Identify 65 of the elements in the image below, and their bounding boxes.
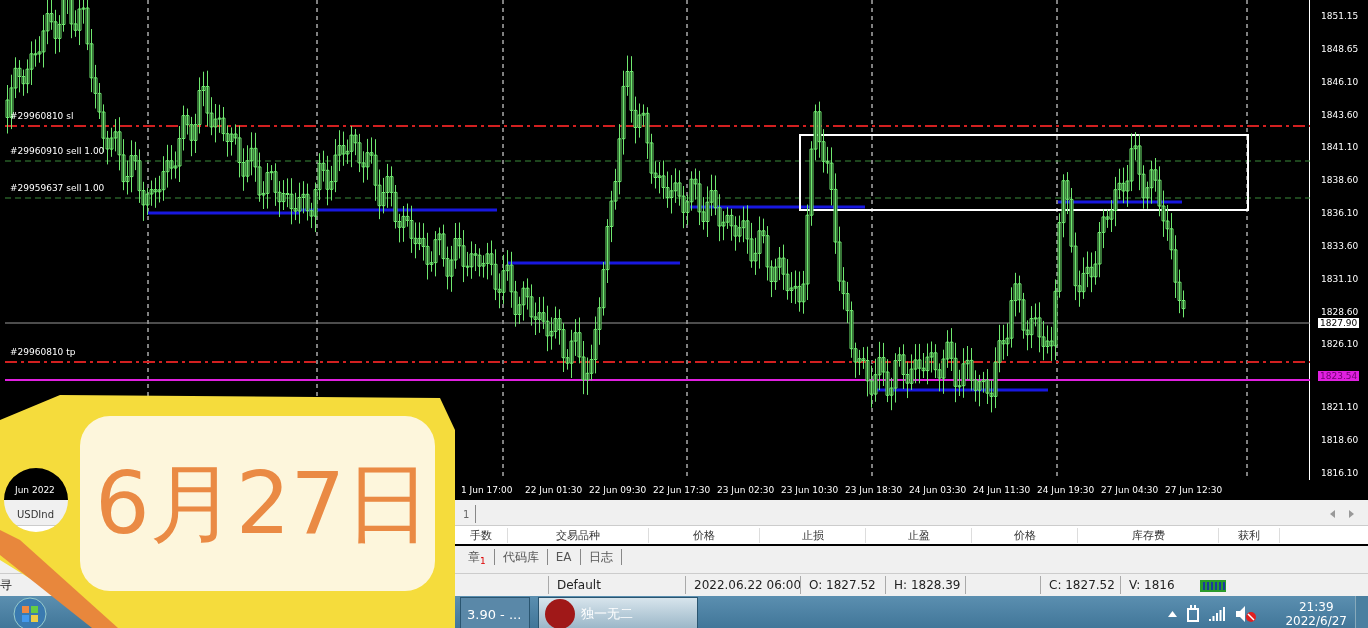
signal-bars-icon[interactable] — [1209, 607, 1228, 621]
price-label: 1846.10 — [1321, 75, 1360, 89]
time-label: 27 Jun 04:30 — [1101, 485, 1160, 495]
column-header: 价格 — [649, 527, 760, 543]
current-price-label: 1827.90 — [1318, 318, 1360, 328]
time-label: 23 Jun 10:30 — [781, 485, 840, 495]
price-label: 1828.60 — [1321, 305, 1360, 319]
help-text: 寻 — [0, 577, 13, 594]
price-label: 1843.60 — [1321, 108, 1360, 122]
terminal-tab[interactable]: 代码库 — [494, 549, 548, 565]
terminal-tab[interactable]: 章$_{1}$ — [460, 549, 495, 565]
time-label: 22 Jun 17:30 — [653, 485, 712, 495]
price-label: 1826.10 — [1321, 338, 1360, 352]
chart-tab[interactable]: 1 — [457, 505, 477, 523]
show-hidden-icons-icon[interactable] — [1168, 611, 1178, 617]
profile-text: Default — [548, 576, 685, 594]
price-label: 1841.10 — [1321, 141, 1360, 155]
connection-bars-icon — [1200, 578, 1226, 592]
time-label: 22 Jun 09:30 — [589, 485, 648, 495]
clock-time: 21:39 — [1298, 600, 1334, 614]
open-price: O: 1827.52 — [800, 576, 885, 594]
time-label: 27 Jun 12:30 — [1165, 485, 1224, 495]
clock-date: 2022/6/27 — [1285, 614, 1347, 628]
column-header: 价格 — [972, 527, 1078, 543]
sticker-date: 6月27日 — [95, 460, 432, 546]
time-label: Jun 2022 — [15, 485, 56, 495]
column-header: 止盈 — [866, 527, 972, 543]
price-label: 1831.10 — [1321, 272, 1360, 286]
price-label: 1851.15 — [1321, 10, 1360, 23]
close-price: C: 1827.52 — [1040, 576, 1120, 594]
price-label: 1836.10 — [1321, 207, 1360, 221]
order-label: #29960910 sell 1.00 — [10, 146, 105, 156]
time-label: 1 Jun 17:00 — [461, 485, 514, 495]
time-label: 23 Jun 18:30 — [845, 485, 904, 495]
terminal-tab[interactable]: 日志 — [580, 549, 622, 565]
start-button[interactable] — [10, 597, 50, 628]
time-label: 24 Jun 11:30 — [973, 485, 1032, 495]
price-label: 1816.10 — [1321, 466, 1360, 480]
time-label: 24 Jun 03:30 — [909, 485, 968, 495]
time-label: 24 Jun 19:30 — [1037, 485, 1096, 495]
scroll-left-icon[interactable] — [1330, 510, 1335, 518]
time-label: 22 Jun 01:30 — [525, 485, 584, 495]
time-label: 23 Jun 02:30 — [717, 485, 776, 495]
scroll-right-icon[interactable] — [1349, 510, 1354, 518]
avatar-photo — [545, 599, 575, 628]
column-header: 获利 — [1219, 527, 1280, 543]
chart-tab[interactable]: USDInd — [17, 505, 54, 523]
column-header: 止损 — [760, 527, 866, 543]
order-label: #29960810 tp — [10, 347, 76, 357]
high-price: H: 1828.39 — [885, 576, 965, 594]
column-header: 库存费 — [1078, 527, 1219, 543]
line-price-label: 1823.54 — [1318, 371, 1360, 382]
bar-time: 2022.06.22 06:00 — [685, 576, 800, 594]
order-label: #29959637 sell 1.00 — [10, 183, 105, 193]
terminal-tab[interactable]: EA — [547, 549, 581, 565]
taskbar-window[interactable]: 3.90 - ... — [460, 597, 530, 628]
price-label: 1838.60 — [1321, 174, 1360, 188]
price-label: 1833.60 — [1321, 239, 1360, 253]
power-plug-icon[interactable] — [1185, 605, 1202, 623]
muted-speaker-icon[interactable] — [1235, 605, 1258, 623]
price-label: 1821.10 — [1321, 401, 1360, 415]
price-label: 1848.65 — [1321, 42, 1360, 56]
column-header: 交易品种 — [508, 527, 649, 543]
price-label: 1818.60 — [1321, 433, 1360, 447]
volume-text: V: 1816 — [1120, 576, 1190, 594]
